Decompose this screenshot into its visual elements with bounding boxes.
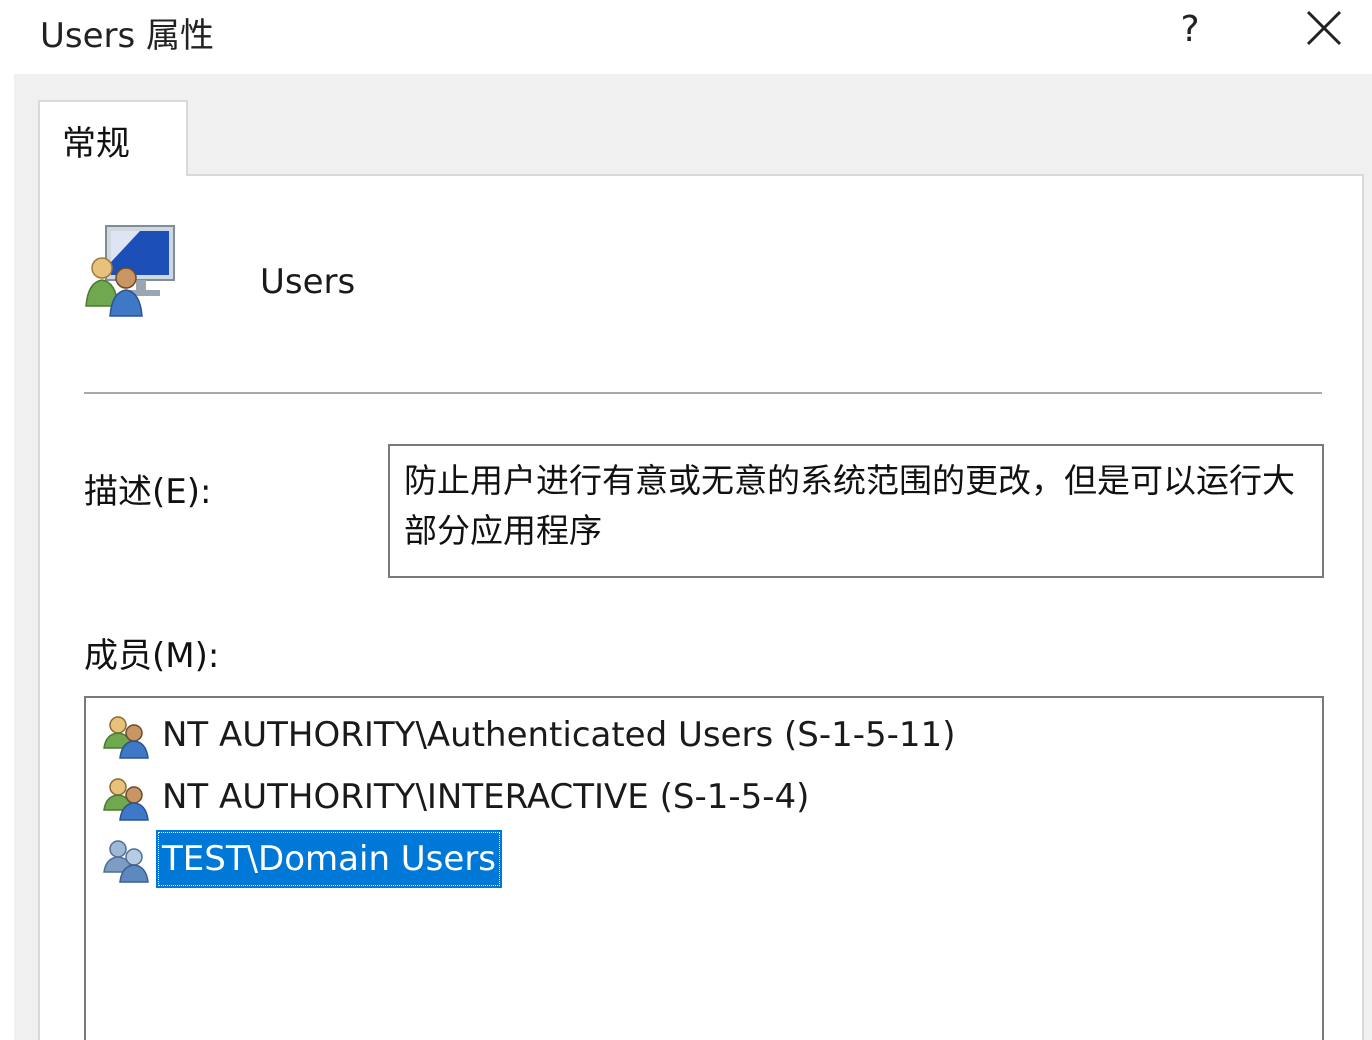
member-name: NT AUTHORITY\INTERACTIVE (S-1-5-4) <box>162 777 810 817</box>
member-name: NT AUTHORITY\Authenticated Users (S-1-5-… <box>162 715 956 755</box>
close-icon <box>1306 10 1342 46</box>
close-button[interactable] <box>1298 6 1350 54</box>
well-known-group-icon <box>103 778 149 821</box>
title-bar: Users 属性 ? <box>0 0 1372 74</box>
window-title: Users 属性 <box>40 16 215 56</box>
tab-general-label: 常规 <box>62 124 130 164</box>
user-group-monitor-icon <box>85 225 175 317</box>
separator <box>84 392 1322 394</box>
domain-group-icon <box>103 840 149 883</box>
member-name: TEST\Domain Users <box>156 830 503 888</box>
tab-general[interactable]: 常规 <box>38 100 188 176</box>
members-label: 成员(M): <box>84 636 220 676</box>
help-button[interactable]: ? <box>1168 4 1212 56</box>
description-label: 描述(E): <box>84 472 212 512</box>
members-list[interactable]: NT AUTHORITY\Authenticated Users (S-1-5-… <box>84 696 1324 1040</box>
well-known-group-icon <box>103 716 149 759</box>
description-field[interactable]: 防止用户进行有意或无意的系统范围的更改，但是可以运行大部分应用程序 <box>388 444 1324 578</box>
group-name: Users <box>260 262 356 302</box>
